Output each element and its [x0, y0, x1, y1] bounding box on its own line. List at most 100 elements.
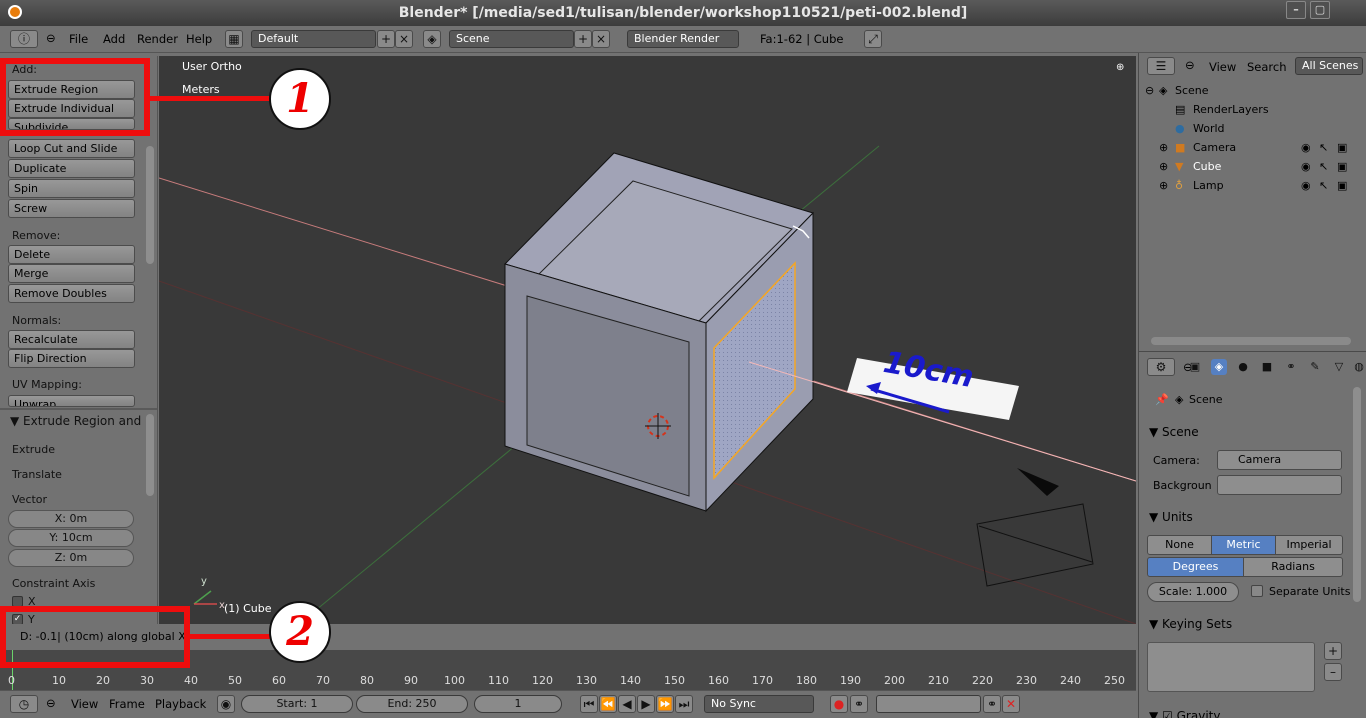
outliner-menu-search[interactable]: Search	[1247, 60, 1287, 74]
menu-frame[interactable]: Frame	[109, 697, 145, 711]
render-engine-select[interactable]: Blender Render	[627, 30, 739, 48]
gravity-panel-header[interactable]: ▼ ☑ Gravity	[1149, 709, 1220, 718]
maximize-icon[interactable]: ▢	[1310, 1, 1330, 19]
outliner-item-renderlayers[interactable]: ▤ RenderLayers	[1139, 100, 1366, 119]
expand-icon[interactable]: ⊕	[1159, 138, 1168, 157]
scene-icon[interactable]: ◈	[423, 30, 441, 48]
scene-tab-icon[interactable]: ◈	[1211, 359, 1227, 375]
play-icon[interactable]: ▶	[637, 695, 655, 713]
next-keyframe-icon[interactable]: ⏩	[656, 695, 674, 713]
modifier-tab-icon[interactable]: ✎	[1307, 359, 1323, 375]
menu-playback[interactable]: Playback	[155, 697, 206, 711]
camera-field[interactable]: Camera	[1217, 450, 1342, 470]
loop-cut-button[interactable]: Loop Cut and Slide	[8, 139, 135, 158]
menu-render[interactable]: Render	[137, 32, 178, 46]
expand-icon[interactable]: ⊖	[1145, 81, 1154, 100]
collapse-icon[interactable]: ⊖	[46, 696, 56, 710]
properties-scrollbar[interactable]	[1353, 387, 1361, 602]
collapse-icon[interactable]: ⊖	[46, 31, 56, 45]
delete-keyframe-icon[interactable]: ✕	[1002, 695, 1020, 713]
units-panel-header[interactable]: ▼ Units	[1149, 510, 1193, 524]
screen-layout-field[interactable]: Default	[251, 30, 376, 48]
select-arrow-icon[interactable]: ↖	[1319, 138, 1328, 157]
outliner-item-world[interactable]: ● World	[1139, 119, 1366, 138]
unit-none-button[interactable]: None	[1147, 535, 1212, 555]
prev-keyframe-icon[interactable]: ⏪	[599, 695, 617, 713]
outliner-item-lamp[interactable]: ⊕ ♁ Lamp ◉ ↖ ▣	[1139, 176, 1366, 195]
background-field[interactable]	[1217, 475, 1342, 495]
radians-button[interactable]: Radians	[1243, 557, 1343, 577]
scene-field[interactable]: Scene	[449, 30, 574, 48]
toolshelf-scrollbar[interactable]	[146, 146, 154, 264]
editor-type-info-icon[interactable]: ⓘ	[10, 30, 38, 48]
add-scene-icon[interactable]: +	[574, 30, 592, 48]
object-tab-icon[interactable]: ■	[1259, 359, 1275, 375]
menu-help[interactable]: Help	[186, 32, 212, 46]
merge-button[interactable]: Merge	[8, 264, 135, 283]
outliner-menu-view[interactable]: View	[1209, 60, 1236, 74]
editor-type-properties-icon[interactable]: ⚙	[1147, 358, 1175, 376]
menu-view[interactable]: View	[71, 697, 98, 711]
visibility-eye-icon[interactable]: ◉	[1301, 176, 1311, 195]
jump-end-icon[interactable]: ⏭	[675, 695, 693, 713]
keying-sets-header[interactable]: ▼ Keying Sets	[1149, 617, 1232, 631]
menu-file[interactable]: File	[69, 32, 88, 46]
degrees-button[interactable]: Degrees	[1147, 557, 1244, 577]
scale-field[interactable]: Scale: 1.000	[1147, 582, 1239, 602]
select-arrow-icon[interactable]: ↖	[1319, 176, 1328, 195]
outliner-item-cube[interactable]: ⊕ ▼ Cube ◉ ↖ ▣	[1139, 157, 1366, 176]
render-camera-icon[interactable]: ▣	[1337, 176, 1347, 195]
separate-units-checkbox[interactable]	[1251, 585, 1263, 597]
vector-y-field[interactable]: Y: 10cm	[8, 529, 134, 547]
unit-imperial-button[interactable]: Imperial	[1275, 535, 1343, 555]
flip-direction-button[interactable]: Flip Direction	[8, 349, 135, 368]
duplicate-button[interactable]: Duplicate	[8, 159, 135, 178]
spin-button[interactable]: Spin	[8, 179, 135, 198]
vector-z-field[interactable]: Z: 0m	[8, 549, 134, 567]
screen-layout-icon[interactable]: ▦	[225, 30, 243, 48]
viewport-corner-icon[interactable]: ⊕	[1116, 62, 1124, 73]
collapse-icon[interactable]: ⊖	[1185, 58, 1195, 72]
remove-keying-set-icon[interactable]: –	[1324, 663, 1342, 681]
3d-viewport[interactable]: y x 10cm User Ortho Meters (1) Cube ⊕	[159, 56, 1136, 624]
unwrap-button[interactable]: Unwrap	[8, 395, 135, 407]
record-icon[interactable]: ●	[830, 695, 848, 713]
keying-sets-list[interactable]	[1147, 642, 1315, 692]
data-tab-icon[interactable]: ▽	[1331, 359, 1347, 375]
remove-doubles-button[interactable]: Remove Doubles	[8, 284, 135, 303]
operator-scrollbar[interactable]	[146, 414, 154, 496]
visibility-eye-icon[interactable]: ◉	[1301, 138, 1311, 157]
remove-scene-icon[interactable]: ×	[592, 30, 610, 48]
current-frame-field[interactable]: 1	[474, 695, 562, 713]
display-mode-select[interactable]: All Scenes	[1295, 57, 1363, 75]
outliner-item-scene[interactable]: ⊖ ◈ Scene	[1139, 81, 1366, 100]
delete-button[interactable]: Delete	[8, 245, 135, 264]
start-frame-field[interactable]: Start: 1	[241, 695, 353, 713]
pin-icon[interactable]: 📌	[1155, 393, 1169, 406]
render-tab-icon[interactable]: ▣	[1187, 359, 1203, 375]
render-camera-icon[interactable]: ▣	[1337, 157, 1347, 176]
recalculate-button[interactable]: Recalculate	[8, 330, 135, 349]
render-camera-icon[interactable]: ▣	[1337, 138, 1347, 157]
insert-keyframe-icon[interactable]: ⚭	[983, 695, 1001, 713]
sync-mode-select[interactable]: No Sync	[704, 695, 814, 713]
screw-button[interactable]: Screw	[8, 199, 135, 218]
keying-icon[interactable]: ◉	[217, 695, 235, 713]
play-reverse-icon[interactable]: ◀	[618, 695, 636, 713]
add-keying-set-icon[interactable]: +	[1324, 642, 1342, 660]
operator-panel-title[interactable]: ▼ Extrude Region and	[10, 414, 141, 428]
world-tab-icon[interactable]: ●	[1235, 359, 1251, 375]
constraints-tab-icon[interactable]: ⚭	[1283, 359, 1299, 375]
keying-set-field[interactable]	[876, 695, 981, 713]
remove-layout-icon[interactable]: ×	[395, 30, 413, 48]
visibility-eye-icon[interactable]: ◉	[1301, 157, 1311, 176]
expand-icon[interactable]: ⊕	[1159, 176, 1168, 195]
select-arrow-icon[interactable]: ↖	[1319, 157, 1328, 176]
unit-metric-button[interactable]: Metric	[1211, 535, 1276, 555]
menu-add[interactable]: Add	[103, 32, 125, 46]
scene-panel-header[interactable]: ▼ Scene	[1149, 425, 1199, 439]
vector-x-field[interactable]: X: 0m	[8, 510, 134, 528]
add-layout-icon[interactable]: +	[377, 30, 395, 48]
jump-start-icon[interactable]: ⏮	[580, 695, 598, 713]
end-frame-field[interactable]: End: 250	[356, 695, 468, 713]
